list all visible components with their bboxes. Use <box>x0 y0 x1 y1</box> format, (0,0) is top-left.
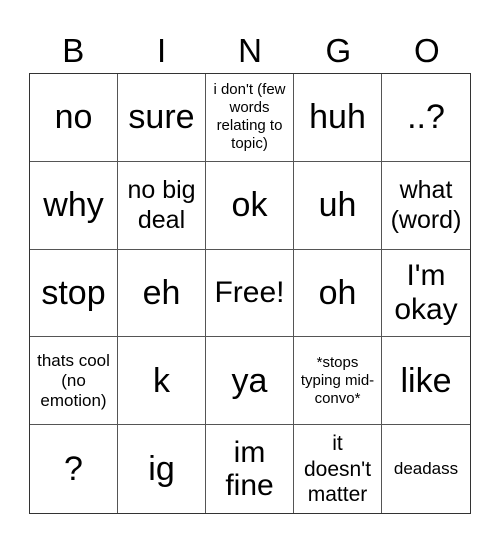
bingo-cell[interactable]: huh <box>294 74 382 162</box>
bingo-cell[interactable]: eh <box>118 249 206 338</box>
bingo-cell[interactable]: sure <box>118 74 206 162</box>
bingo-cell[interactable]: no big deal <box>118 161 206 250</box>
bingo-cell[interactable]: stop <box>30 249 118 338</box>
bingo-cell[interactable]: thats cool (no emotion) <box>30 337 118 426</box>
header-letter-b: B <box>62 32 85 69</box>
bingo-cell[interactable]: ya <box>206 337 294 426</box>
bingo-cell[interactable]: no <box>30 74 118 162</box>
header-letter-o: O <box>413 32 440 69</box>
bingo-cell[interactable]: ig <box>118 425 206 513</box>
bingo-cell[interactable]: k <box>118 337 206 426</box>
bingo-cell[interactable]: oh <box>294 249 382 338</box>
bingo-cell[interactable]: like <box>382 337 470 426</box>
bingo-cell[interactable]: uh <box>294 161 382 250</box>
bingo-cell[interactable]: ok <box>206 161 294 250</box>
bingo-cell[interactable]: i don't (few words relating to topic) <box>206 74 294 162</box>
free-space-cell[interactable]: Free! <box>206 249 294 338</box>
bingo-cell[interactable]: im fine <box>206 425 294 513</box>
header-letter-g: G <box>325 32 352 69</box>
bingo-grid: no sure i don't (few words relating to t… <box>29 73 471 514</box>
bingo-cell[interactable]: ..? <box>382 74 470 162</box>
bingo-cell[interactable]: what (word) <box>382 162 470 250</box>
header-letter-n: N <box>238 32 262 69</box>
bingo-cell[interactable]: ? <box>30 425 118 513</box>
bingo-cell[interactable]: it doesn't matter <box>294 425 382 513</box>
bingo-cell[interactable]: I'm okay <box>382 250 470 338</box>
bingo-header: B I N G O <box>29 28 471 73</box>
bingo-cell[interactable]: why <box>30 161 118 250</box>
bingo-cell[interactable]: deadass <box>382 425 470 513</box>
header-letter-i: I <box>157 32 167 69</box>
bingo-cell[interactable]: *stops typing mid-convo* <box>294 337 382 426</box>
